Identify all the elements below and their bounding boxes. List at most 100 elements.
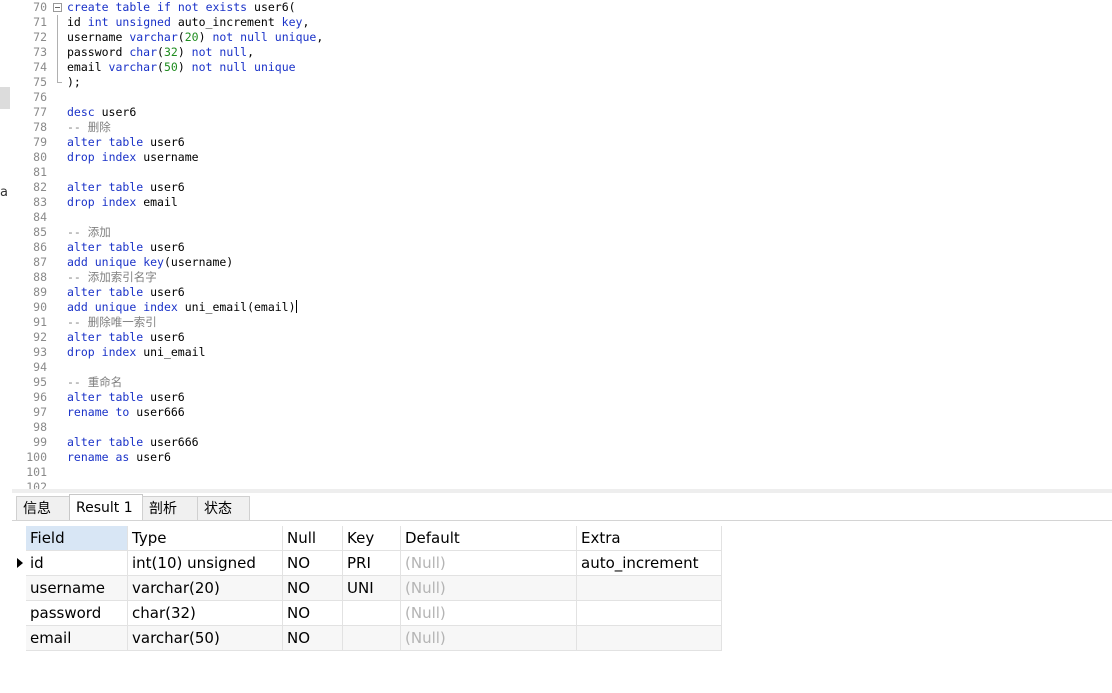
table-cell[interactable]: int(10) unsigned: [128, 551, 283, 576]
line-number: 89: [33, 285, 47, 299]
table-cell[interactable]: auto_increment: [577, 551, 722, 576]
result-tab[interactable]: 状态: [197, 496, 250, 520]
fold-gutter: [52, 15, 66, 30]
sql-editor[interactable]: 70 create table if not exists user6(71 id …: [12, 0, 1112, 490]
sql-keyword: not: [191, 45, 213, 59]
code-line[interactable]: 83 drop index email: [12, 195, 1102, 210]
code-line[interactable]: 73 password char(32) not null,: [12, 45, 1102, 60]
code-line[interactable]: 72 username varchar(20) not null unique,: [12, 30, 1102, 45]
code-line[interactable]: 94: [12, 360, 1102, 375]
table-cell[interactable]: NO: [283, 601, 343, 626]
line-number: 79: [33, 135, 47, 149]
table-cell[interactable]: [343, 601, 401, 626]
column-header[interactable]: Field: [26, 526, 128, 551]
code-line[interactable]: 90 add unique index uni_email(email): [12, 300, 1102, 315]
code-line[interactable]: 98: [12, 420, 1102, 435]
result-tab[interactable]: 剖析: [142, 496, 198, 520]
code-line[interactable]: 92 alter table user6: [12, 330, 1102, 345]
table-cell[interactable]: (Null): [401, 626, 577, 651]
code-line[interactable]: 95 -- 重命名: [12, 375, 1102, 390]
code-text: id int unsigned auto_increment key,: [67, 15, 309, 30]
code-line[interactable]: 82 alter table user6: [12, 180, 1102, 195]
table-cell[interactable]: [577, 576, 722, 601]
table-cell[interactable]: [343, 626, 401, 651]
column-header[interactable]: Default: [401, 526, 577, 551]
table-cell[interactable]: NO: [283, 576, 343, 601]
table-cell[interactable]: email: [26, 626, 128, 651]
code-line[interactable]: 74 email varchar(50) not null unique: [12, 60, 1102, 75]
code-line[interactable]: 71 id int unsigned auto_increment key,: [12, 15, 1102, 30]
code-line[interactable]: 84: [12, 210, 1102, 225]
code-line[interactable]: 76: [12, 90, 1102, 105]
code-line[interactable]: 79 alter table user6: [12, 135, 1102, 150]
code-text: desc user6: [67, 105, 136, 120]
table-cell[interactable]: (Null): [401, 601, 577, 626]
line-number: 94: [33, 360, 47, 374]
line-number: 74: [33, 60, 47, 74]
code-line[interactable]: 91 -- 删除唯一索引: [12, 315, 1102, 330]
app-window: a 70 create table if not exists user6(71 i…: [0, 0, 1112, 693]
table-cell[interactable]: (Null): [401, 576, 577, 601]
table-cell[interactable]: varchar(20): [128, 576, 283, 601]
table-cell[interactable]: password: [26, 601, 128, 626]
sql-text: username: [67, 30, 130, 44]
code-line[interactable]: 101: [12, 465, 1102, 480]
column-header[interactable]: Type: [128, 526, 283, 551]
sql-comment: -- 添加: [67, 225, 111, 239]
sql-keyword: table: [115, 0, 151, 14]
code-text: password char(32) not null,: [67, 45, 254, 60]
result-tab[interactable]: Result 1: [69, 494, 143, 521]
fold-gutter: [52, 420, 66, 435]
fold-gutter[interactable]: [52, 0, 66, 15]
code-line[interactable]: 89 alter table user6: [12, 285, 1102, 300]
code-line[interactable]: 87 add unique key(username): [12, 255, 1102, 270]
line-number: 101: [26, 465, 47, 479]
code-line[interactable]: 85 -- 添加: [12, 225, 1102, 240]
code-line[interactable]: 81: [12, 165, 1102, 180]
table-cell[interactable]: username: [26, 576, 128, 601]
fold-gutter: [52, 375, 66, 390]
sql-keyword: char: [129, 45, 158, 59]
line-number: 90: [33, 300, 47, 314]
code-line[interactable]: 77 desc user6: [12, 105, 1102, 120]
line-number: 92: [33, 330, 47, 344]
code-line[interactable]: 97 rename to user666: [12, 405, 1102, 420]
fold-gutter: [52, 330, 66, 345]
result-tab[interactable]: 信息: [16, 496, 70, 520]
table-cell[interactable]: NO: [283, 551, 343, 576]
table-cell[interactable]: id: [26, 551, 128, 576]
code-line[interactable]: 93 drop index uni_email: [12, 345, 1102, 360]
code-line[interactable]: 86 alter table user6: [12, 240, 1102, 255]
code-line[interactable]: 99 alter table user666: [12, 435, 1102, 450]
column-header[interactable]: Key: [343, 526, 401, 551]
table-cell[interactable]: NO: [283, 626, 343, 651]
column-header[interactable]: Extra: [577, 526, 722, 551]
code-text: -- 添加: [67, 225, 111, 240]
sql-keyword: rename: [67, 405, 109, 419]
sql-text: username: [136, 150, 199, 164]
current-row-indicator-icon: [17, 558, 23, 568]
code-line[interactable]: 70 create table if not exists user6(: [12, 0, 1102, 15]
table-cell[interactable]: [577, 601, 722, 626]
code-line[interactable]: 100 rename as user6: [12, 450, 1102, 465]
code-line[interactable]: 88 -- 添加索引名字: [12, 270, 1102, 285]
code-line[interactable]: 96 alter table user6: [12, 390, 1102, 405]
table-cell[interactable]: [577, 626, 722, 651]
table-cell[interactable]: UNI: [343, 576, 401, 601]
table-cell[interactable]: varchar(50): [128, 626, 283, 651]
sql-keyword: index: [101, 150, 137, 164]
code-text: alter table user6: [67, 135, 185, 150]
sql-keyword: to: [115, 405, 130, 419]
fold-collapse-icon[interactable]: [53, 3, 62, 12]
column-header[interactable]: Null: [283, 526, 343, 551]
table-cell[interactable]: (Null): [401, 551, 577, 576]
sql-comment: -- 添加索引名字: [67, 270, 157, 284]
code-line[interactable]: 75);: [12, 75, 1102, 90]
fold-gutter: [52, 225, 66, 240]
table-cell[interactable]: PRI: [343, 551, 401, 576]
table-cell[interactable]: char(32): [128, 601, 283, 626]
code-line[interactable]: 80 drop index username: [12, 150, 1102, 165]
code-line[interactable]: 78 -- 删除: [12, 120, 1102, 135]
